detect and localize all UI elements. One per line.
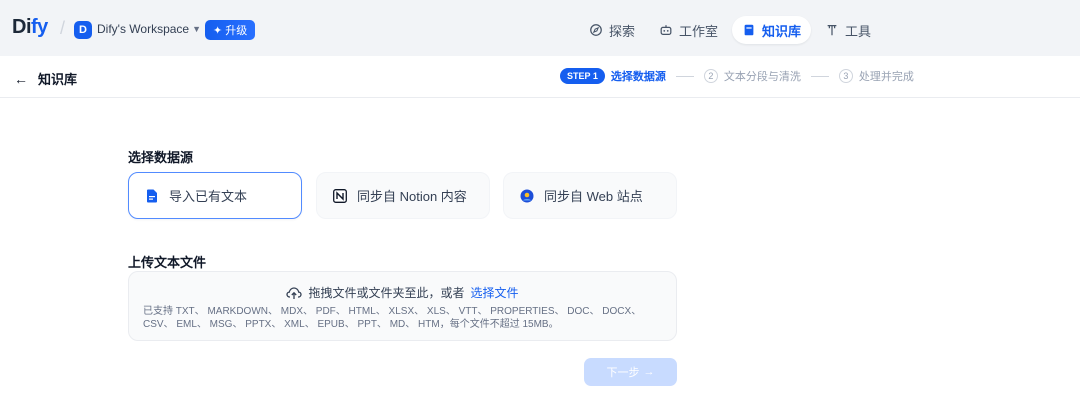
step-divider: [810, 75, 829, 77]
back-button[interactable]: ← 知识库: [14, 69, 77, 88]
supported-formats-text: 已支持 TXT、 MARKDOWN、 MDX、 PDF、 HTML、 XLSX、…: [143, 306, 642, 330]
book-icon: [744, 24, 754, 36]
step-1-pill: STEP 1: [560, 68, 605, 84]
nav-tools-label: 工具: [845, 23, 872, 39]
nav-explore[interactable]: 探索: [579, 16, 645, 44]
step-3-label: 处理并完成: [858, 71, 914, 83]
sparkle-icon: ✦: [213, 24, 223, 37]
source-option-notion[interactable]: 同步自 Notion 内容: [316, 172, 490, 219]
compass-icon: [590, 24, 602, 36]
source-option-label: 同步自 Notion 内容: [357, 189, 467, 204]
next-step-label: 下一步: [606, 367, 640, 379]
select-file-link[interactable]: 选择文件: [471, 284, 519, 301]
main-nav: 探索 工作室 知识库 工具: [579, 16, 881, 44]
nav-studio-label: 工作室: [679, 23, 719, 39]
source-option-web[interactable]: 同步自 Web 站点: [503, 172, 677, 219]
tools-icon: [827, 25, 837, 36]
step-1-label: 选择数据源: [610, 71, 666, 83]
nav-knowledge[interactable]: 知识库: [732, 16, 812, 44]
back-label: 知识库: [38, 72, 78, 87]
step-indicator: STEP 1 选择数据源 2 文本分段与清洗 3 处理并完成: [560, 68, 914, 84]
nav-explore-label: 探索: [609, 23, 636, 39]
source-option-label: 同步自 Web 站点: [544, 189, 643, 204]
web-icon: [520, 189, 534, 203]
workspace-avatar[interactable]: D: [74, 21, 92, 39]
chevron-down-icon: ▼: [192, 24, 202, 34]
source-option-import-text[interactable]: 导入已有文本: [128, 172, 302, 219]
cloud-upload-icon: [286, 286, 303, 299]
step-2-number: 2: [703, 69, 718, 83]
arrow-right-icon: →: [643, 366, 655, 378]
nav-studio[interactable]: 工作室: [649, 16, 728, 44]
step-divider: [675, 75, 694, 77]
file-dropzone[interactable]: 拖拽文件或文件夹至此，或者 选择文件 已支持 TXT、 MARKDOWN、 MD…: [128, 271, 677, 341]
dropzone-text: 拖拽文件或文件夹至此，或者: [308, 286, 465, 300]
document-icon: [145, 189, 159, 203]
header-separator: /: [60, 18, 66, 38]
step-3-number: 3: [838, 69, 853, 83]
next-step-button[interactable]: 下一步 →: [584, 358, 677, 386]
nav-knowledge-label: 知识库: [762, 23, 802, 39]
workspace-name: Dify's Workspace: [97, 22, 190, 36]
nav-tools[interactable]: 工具: [815, 16, 881, 44]
arrow-left-icon: ←: [14, 70, 28, 87]
page-header: ← 知识库 STEP 1 选择数据源 2 文本分段与清洗 3 处理并完成: [0, 56, 1080, 98]
step-2-label: 文本分段与清洗: [723, 71, 801, 83]
upgrade-button[interactable]: ✦ 升级: [205, 20, 256, 40]
notion-icon: [333, 188, 347, 203]
workspace-selector[interactable]: Dify's Workspace ▼: [97, 22, 201, 36]
source-section-title: 选择数据源: [128, 150, 194, 165]
robot-icon: [660, 25, 672, 35]
dropzone-prompt: 拖拽文件或文件夹至此，或者 选择文件: [129, 284, 676, 301]
upgrade-label: 升级: [225, 25, 248, 37]
source-option-label: 导入已有文本: [169, 189, 248, 204]
upload-section-title: 上传文本文件: [128, 255, 207, 270]
top-navigation-bar: Dify / D Dify's Workspace ▼ ✦ 升级 探索 工作室 …: [0, 0, 1080, 56]
dify-logo[interactable]: Dify: [12, 16, 48, 39]
